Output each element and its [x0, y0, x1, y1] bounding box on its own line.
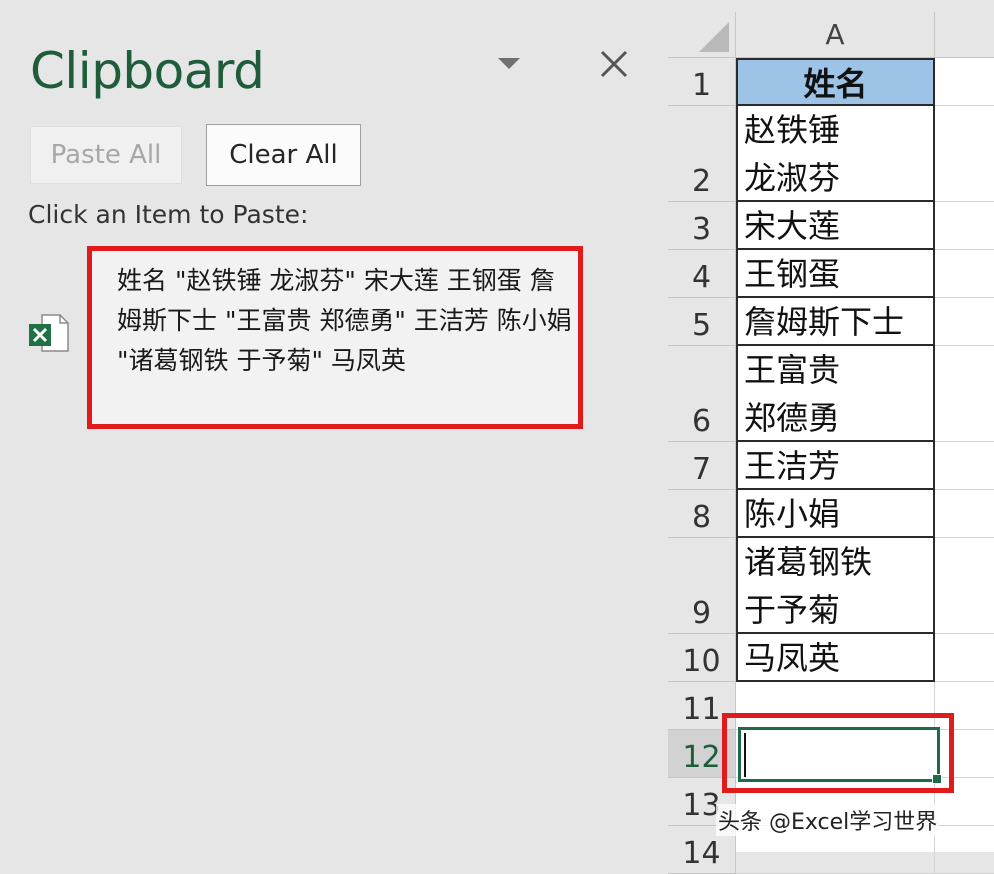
empty-cell[interactable]: [935, 826, 994, 874]
row-header[interactable]: 5: [668, 298, 736, 346]
row-header[interactable]: 8: [668, 490, 736, 538]
table-cell[interactable]: 诸葛钢铁 于予菊: [736, 538, 935, 634]
table-cell[interactable]: 宋大莲: [736, 202, 935, 250]
column-header-b[interactable]: [935, 12, 994, 58]
table-cell[interactable]: 詹姆斯下士: [736, 298, 935, 346]
chevron-down-icon[interactable]: [498, 58, 520, 69]
empty-cell[interactable]: [935, 106, 994, 202]
pane-title: Clipboard: [30, 42, 265, 100]
table-cell[interactable]: 陈小娟: [736, 490, 935, 538]
row-header[interactable]: 1: [668, 58, 736, 106]
empty-cell[interactable]: [935, 58, 994, 106]
empty-cell[interactable]: [935, 490, 994, 538]
header-cell[interactable]: 姓名: [736, 58, 935, 106]
table-cell[interactable]: 王钢蛋: [736, 250, 935, 298]
watermark: 头条 @Excel学习世界: [716, 804, 940, 836]
row-header[interactable]: 4: [668, 250, 736, 298]
select-all-button[interactable]: [668, 12, 736, 58]
empty-cell[interactable]: [935, 634, 994, 682]
empty-cell[interactable]: [935, 298, 994, 346]
column-header-a[interactable]: A: [736, 12, 935, 58]
table-cell[interactable]: 王洁芳: [736, 442, 935, 490]
clipboard-item[interactable]: 姓名 "赵铁锤 龙淑芬" 宋大莲 王钢蛋 詹姆斯下士 "王富贵 郑德勇" 王洁芳…: [87, 246, 583, 429]
close-icon[interactable]: [596, 46, 632, 82]
clipboard-pane: Clipboard Paste All Clear All Click an I…: [0, 0, 668, 852]
sheet-top-strip: [668, 0, 994, 12]
clipboard-item-text: 姓名 "赵铁锤 龙淑芬" 宋大莲 王钢蛋 詹姆斯下士 "王富贵 郑德勇" 王洁芳…: [117, 266, 572, 375]
empty-cell[interactable]: [935, 202, 994, 250]
row-header[interactable]: 3: [668, 202, 736, 250]
paste-hint: Click an Item to Paste:: [28, 200, 309, 229]
table-cell[interactable]: 王富贵 郑德勇: [736, 346, 935, 442]
table-cell[interactable]: 马凤英: [736, 634, 935, 682]
row-header[interactable]: 10: [668, 634, 736, 682]
empty-cell[interactable]: [935, 346, 994, 442]
paste-all-button[interactable]: Paste All: [30, 126, 182, 184]
clear-all-button[interactable]: Clear All: [206, 124, 361, 186]
row-header[interactable]: 2: [668, 106, 736, 202]
empty-cell[interactable]: [935, 250, 994, 298]
empty-cell[interactable]: [935, 538, 994, 634]
excel-file-icon: [29, 314, 69, 352]
highlight-box: [722, 713, 954, 793]
row-header[interactable]: 7: [668, 442, 736, 490]
empty-cell[interactable]: [935, 442, 994, 490]
select-all-triangle-icon: [699, 22, 729, 52]
row-header[interactable]: 6: [668, 346, 736, 442]
row-header[interactable]: 9: [668, 538, 736, 634]
table-cell[interactable]: 赵铁锤 龙淑芬: [736, 106, 935, 202]
